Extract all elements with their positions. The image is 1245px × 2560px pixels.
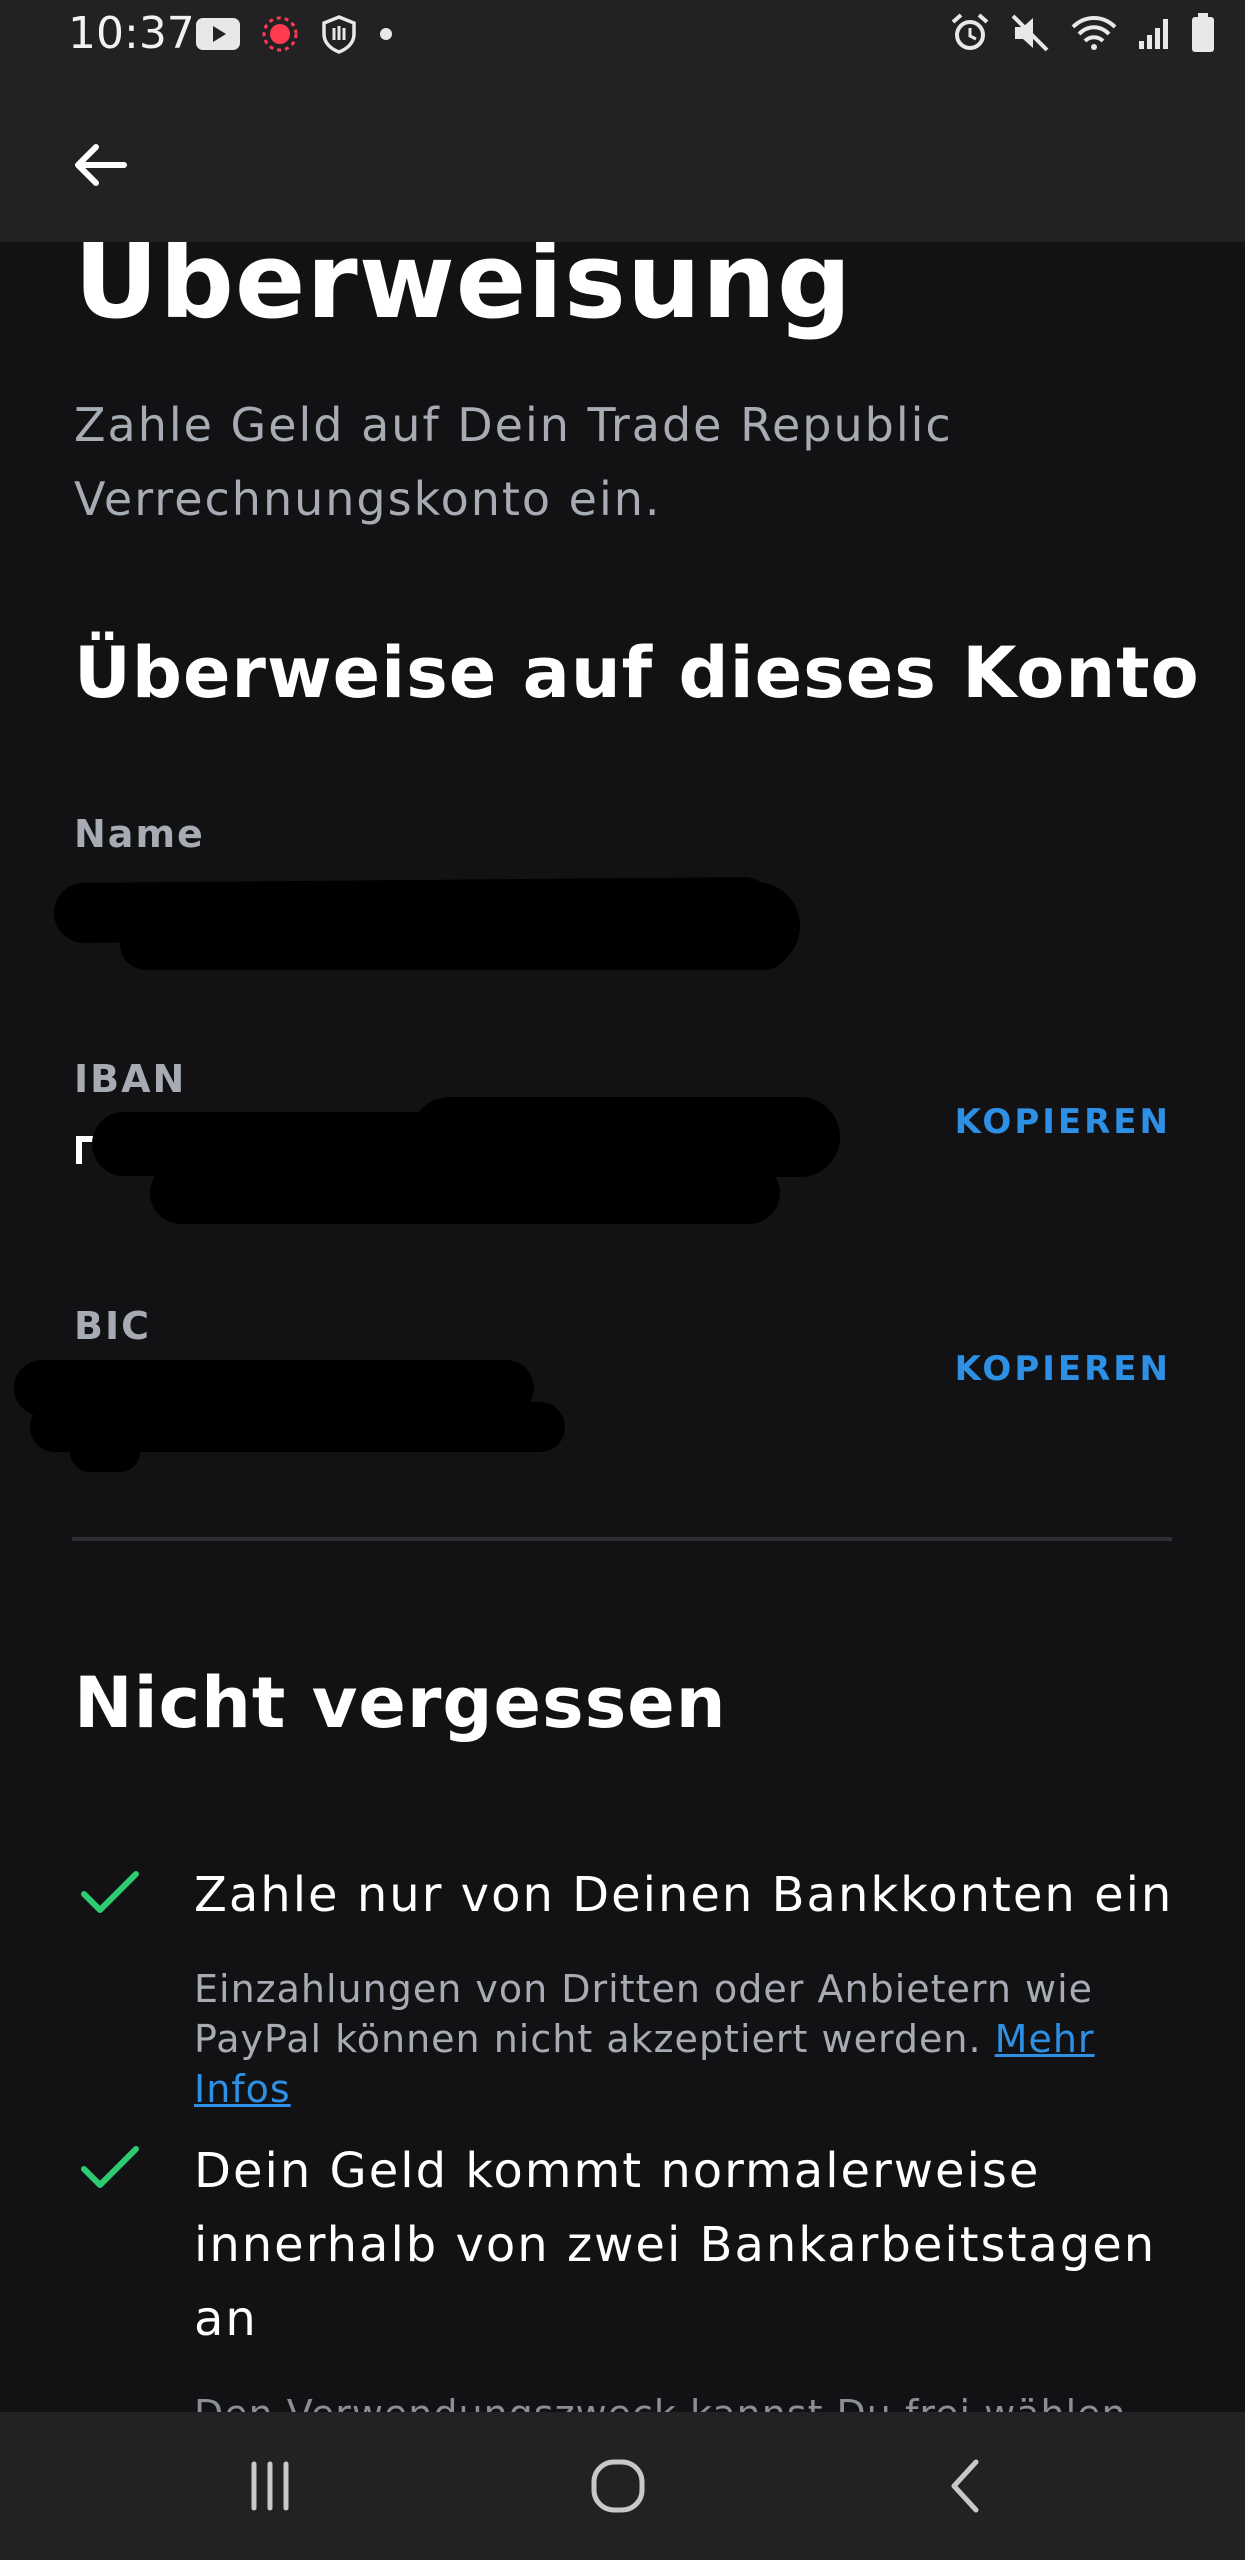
page-subtitle: Zahle Geld auf Dein Trade Republic Verre… <box>74 398 953 526</box>
content-scroll[interactable]: Überweisung Zahle Geld auf Dein Trade Re… <box>0 242 1245 2412</box>
app-bar <box>0 75 1245 242</box>
checkmark-icon <box>81 1871 139 1913</box>
system-nav-bar <box>0 2412 1245 2560</box>
reminder-desc: Einzahlungen von Dritten oder Anbietern … <box>194 1964 1194 2114</box>
signal-icon <box>1139 19 1168 49</box>
nav-back-button[interactable] <box>912 2446 1022 2526</box>
back-button[interactable] <box>62 127 138 203</box>
record-icon <box>262 16 298 52</box>
reminder-title: Dein Geld kommt normalerweise innerhalb … <box>194 2143 1157 2347</box>
checkmark-icon <box>81 2146 139 2188</box>
home-button[interactable] <box>563 2446 673 2526</box>
reminder-desc-text: Einzahlungen von Dritten oder Anbietern … <box>194 1967 1094 2061</box>
wifi-icon <box>1071 16 1117 50</box>
arrow-left-icon <box>75 144 127 186</box>
youtube-icon <box>196 18 240 50</box>
iban-label: IBAN <box>74 1057 187 1101</box>
recents-button[interactable] <box>215 2446 325 2526</box>
name-label: Name <box>74 812 205 856</box>
shield-icon <box>322 15 356 54</box>
divider <box>72 1537 1172 1541</box>
home-icon <box>591 2459 645 2513</box>
mute-icon <box>1011 14 1049 52</box>
dot-icon <box>380 28 392 40</box>
page-title: Überweisung <box>74 242 853 342</box>
reminders-heading: Nicht vergessen <box>74 1662 727 1744</box>
copy-iban-button[interactable]: KOPIEREN <box>955 1102 1171 1142</box>
reminder-title: Zahle nur von Deinen Bankkonten ein <box>194 1867 1174 1923</box>
copy-bic-button[interactable]: KOPIEREN <box>955 1349 1171 1389</box>
status-time: 10:37 <box>68 8 195 59</box>
recents-icon <box>251 2461 289 2511</box>
status-bar: 10:37 <box>0 0 1245 75</box>
account-heading: Überweise auf dieses Konto <box>74 632 1200 714</box>
back-icon <box>951 2459 979 2513</box>
alarm-icon <box>951 13 989 50</box>
reminder-desc: Den Verwendungszweck kannst Du frei wähl… <box>194 2392 1127 2412</box>
battery-icon <box>1192 13 1214 52</box>
bic-label: BIC <box>74 1304 151 1348</box>
